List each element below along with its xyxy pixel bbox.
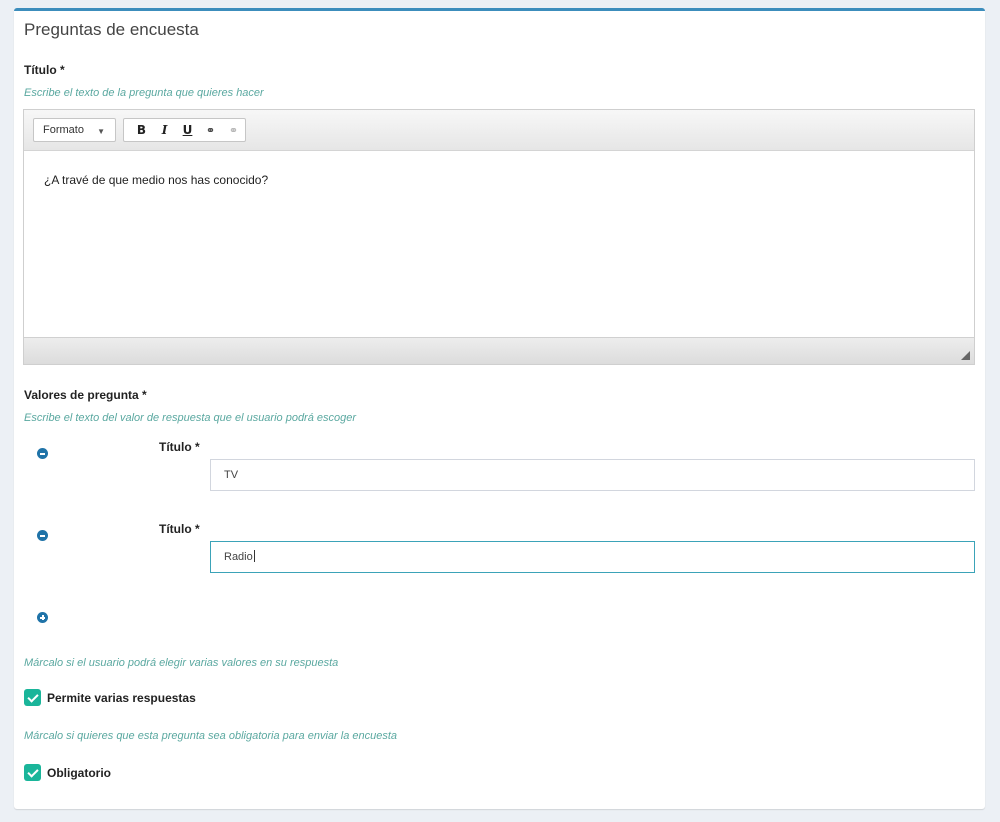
question-title-help: Escribe el texto de la pregunta que quie… [24,87,264,99]
bold-button[interactable]: B [131,123,152,137]
required-help: Márcalo si quieres que esta pregunta sea… [24,730,398,742]
value-input-text: TV [224,469,239,481]
value-title-label: Título * [159,522,200,536]
editor-status-bar [24,337,974,364]
question-rich-text-editor: Formato ▼ B I U ⚭ ⚭ ¿A travé de que medi… [23,109,975,365]
multiple-answers-label: Permite varias respuestas [47,691,196,705]
value-input[interactable]: Radio [210,541,975,573]
editor-content-area[interactable]: ¿A travé de que medio nos has conocido? [24,151,974,339]
underline-button[interactable]: U [177,123,198,137]
text-style-group: B I U ⚭ ⚭ [123,118,246,142]
format-dropdown-label: Formato [43,124,84,136]
value-title-label: Título * [159,440,200,454]
survey-questions-panel: Preguntas de encuesta Título * Escribe e… [14,8,985,809]
italic-button[interactable]: I [154,123,175,137]
value-input[interactable]: TV [210,459,975,491]
text-cursor [253,550,255,562]
value-input-text: Radio [224,551,253,563]
question-text: ¿A travé de que medio nos has conocido? [44,173,269,187]
remove-value-icon[interactable] [37,448,48,459]
resize-handle-icon[interactable] [961,351,970,360]
remove-value-icon[interactable] [37,530,48,541]
question-title-label: Título * [24,63,65,77]
multiple-answers-help: Márcalo si el usuario podrá elegir varia… [24,657,339,669]
required-checkbox[interactable] [24,764,41,781]
link-icon[interactable]: ⚭ [200,124,221,137]
format-dropdown[interactable]: Formato ▼ [33,118,116,142]
panel-title: Preguntas de encuesta [24,20,199,39]
editor-toolbar: Formato ▼ B I U ⚭ ⚭ [24,110,974,151]
multiple-answers-checkbox[interactable] [24,689,41,706]
unlink-icon[interactable]: ⚭ [223,124,244,137]
required-label: Obligatorio [47,766,111,780]
add-value-icon[interactable] [37,612,48,623]
question-values-label: Valores de pregunta * [24,388,147,402]
caret-down-icon: ▼ [97,127,105,136]
question-values-help: Escribe el texto del valor de respuesta … [24,412,357,424]
